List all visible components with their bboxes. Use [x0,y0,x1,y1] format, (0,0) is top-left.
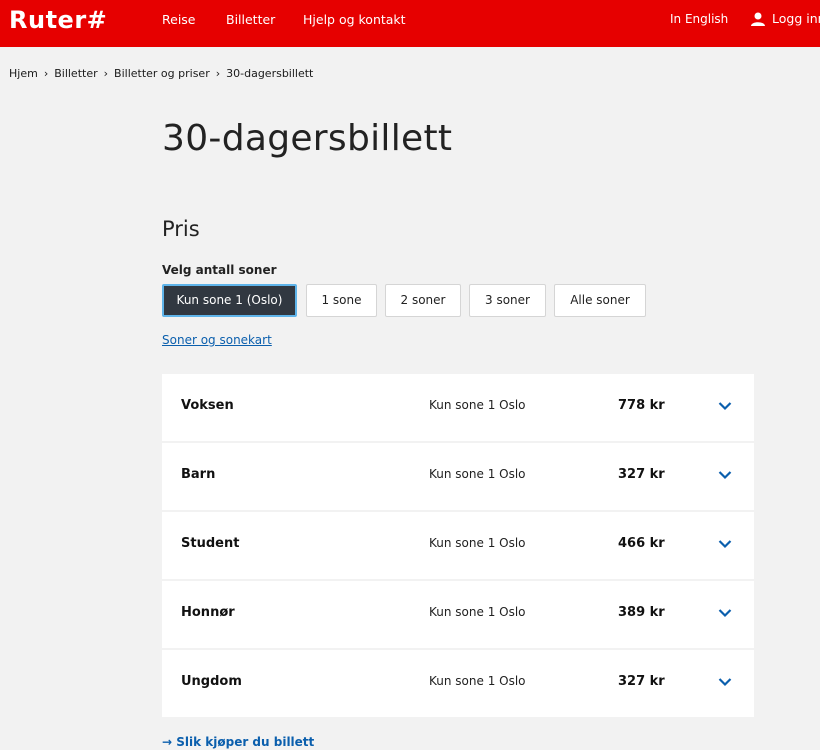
price-amount: 327 kr [618,467,665,482]
chevron-right-icon: › [215,67,221,80]
how-to-buy-link[interactable]: → Slik kjøper du billett [162,735,314,749]
price-row-ungdom[interactable]: Ungdom Kun sone 1 Oslo 327 kr [162,650,754,717]
breadcrumb-billetter-og-priser[interactable]: Billetter og priser [114,67,210,80]
price-list: Voksen Kun sone 1 Oslo 778 kr Barn Kun s… [162,374,754,719]
breadcrumb-billetter[interactable]: Billetter [54,67,97,80]
zone-button-alle-soner[interactable]: Alle soner [554,284,646,317]
price-row-honnor[interactable]: Honnør Kun sone 1 Oslo 389 kr [162,581,754,648]
page-title: 30-dagersbillett [162,118,453,159]
nav-reise[interactable]: Reise [162,12,196,27]
price-category: Voksen [181,398,234,413]
price-zone: Kun sone 1 Oslo [429,398,526,412]
chevron-down-icon[interactable] [718,539,732,549]
chevron-down-icon[interactable] [718,677,732,687]
chevron-down-icon[interactable] [718,470,732,480]
zone-selector-label: Velg antall soner [162,263,277,277]
price-row-barn[interactable]: Barn Kun sone 1 Oslo 327 kr [162,443,754,510]
price-amount: 778 kr [618,398,665,413]
zone-map-link[interactable]: Soner og sonekart [162,333,272,347]
price-category: Honnør [181,605,235,620]
zone-button-kun-sone-1[interactable]: Kun sone 1 (Oslo) [162,284,297,317]
price-category: Barn [181,467,216,482]
breadcrumb: Hjem › Billetter › Billetter og priser › 30-da… [9,67,313,80]
price-category: Student [181,536,240,551]
nav-billetter[interactable]: Billetter [226,12,275,27]
chevron-right-icon: › [103,67,109,80]
price-amount: 466 kr [618,536,665,551]
price-amount: 389 kr [618,605,665,620]
login-button[interactable]: Logg inn [750,11,820,26]
zone-button-2-soner[interactable]: 2 soner [385,284,461,317]
price-zone: Kun sone 1 Oslo [429,674,526,688]
price-zone: Kun sone 1 Oslo [429,605,526,619]
login-label: Logg inn [772,11,820,26]
chevron-down-icon[interactable] [718,608,732,618]
breadcrumb-current: 30-dagersbillett [226,67,314,80]
arrow-right-icon: → [162,735,177,749]
language-switch-link[interactable]: In English [670,12,728,26]
price-row-student[interactable]: Student Kun sone 1 Oslo 466 kr [162,512,754,579]
ruter-logo[interactable]: Ruter# [9,6,107,34]
top-navigation-bar: Ruter# Reise Billetter Hjelp og kontakt … [0,0,820,47]
user-icon [751,12,765,26]
how-to-buy-label: Slik kjøper du billett [176,735,315,749]
price-zone: Kun sone 1 Oslo [429,467,526,481]
price-amount: 327 kr [618,674,665,689]
chevron-right-icon: › [43,67,49,80]
price-zone: Kun sone 1 Oslo [429,536,526,550]
price-row-voksen[interactable]: Voksen Kun sone 1 Oslo 778 kr [162,374,754,441]
price-category: Ungdom [181,674,242,689]
chevron-down-icon[interactable] [718,401,732,411]
zone-button-3-soner[interactable]: 3 soner [469,284,546,317]
nav-hjelp-og-kontakt[interactable]: Hjelp og kontakt [303,12,406,27]
section-title-pris: Pris [162,217,200,241]
zone-button-1-sone[interactable]: 1 sone [306,284,377,317]
breadcrumb-hjem[interactable]: Hjem [9,67,38,80]
